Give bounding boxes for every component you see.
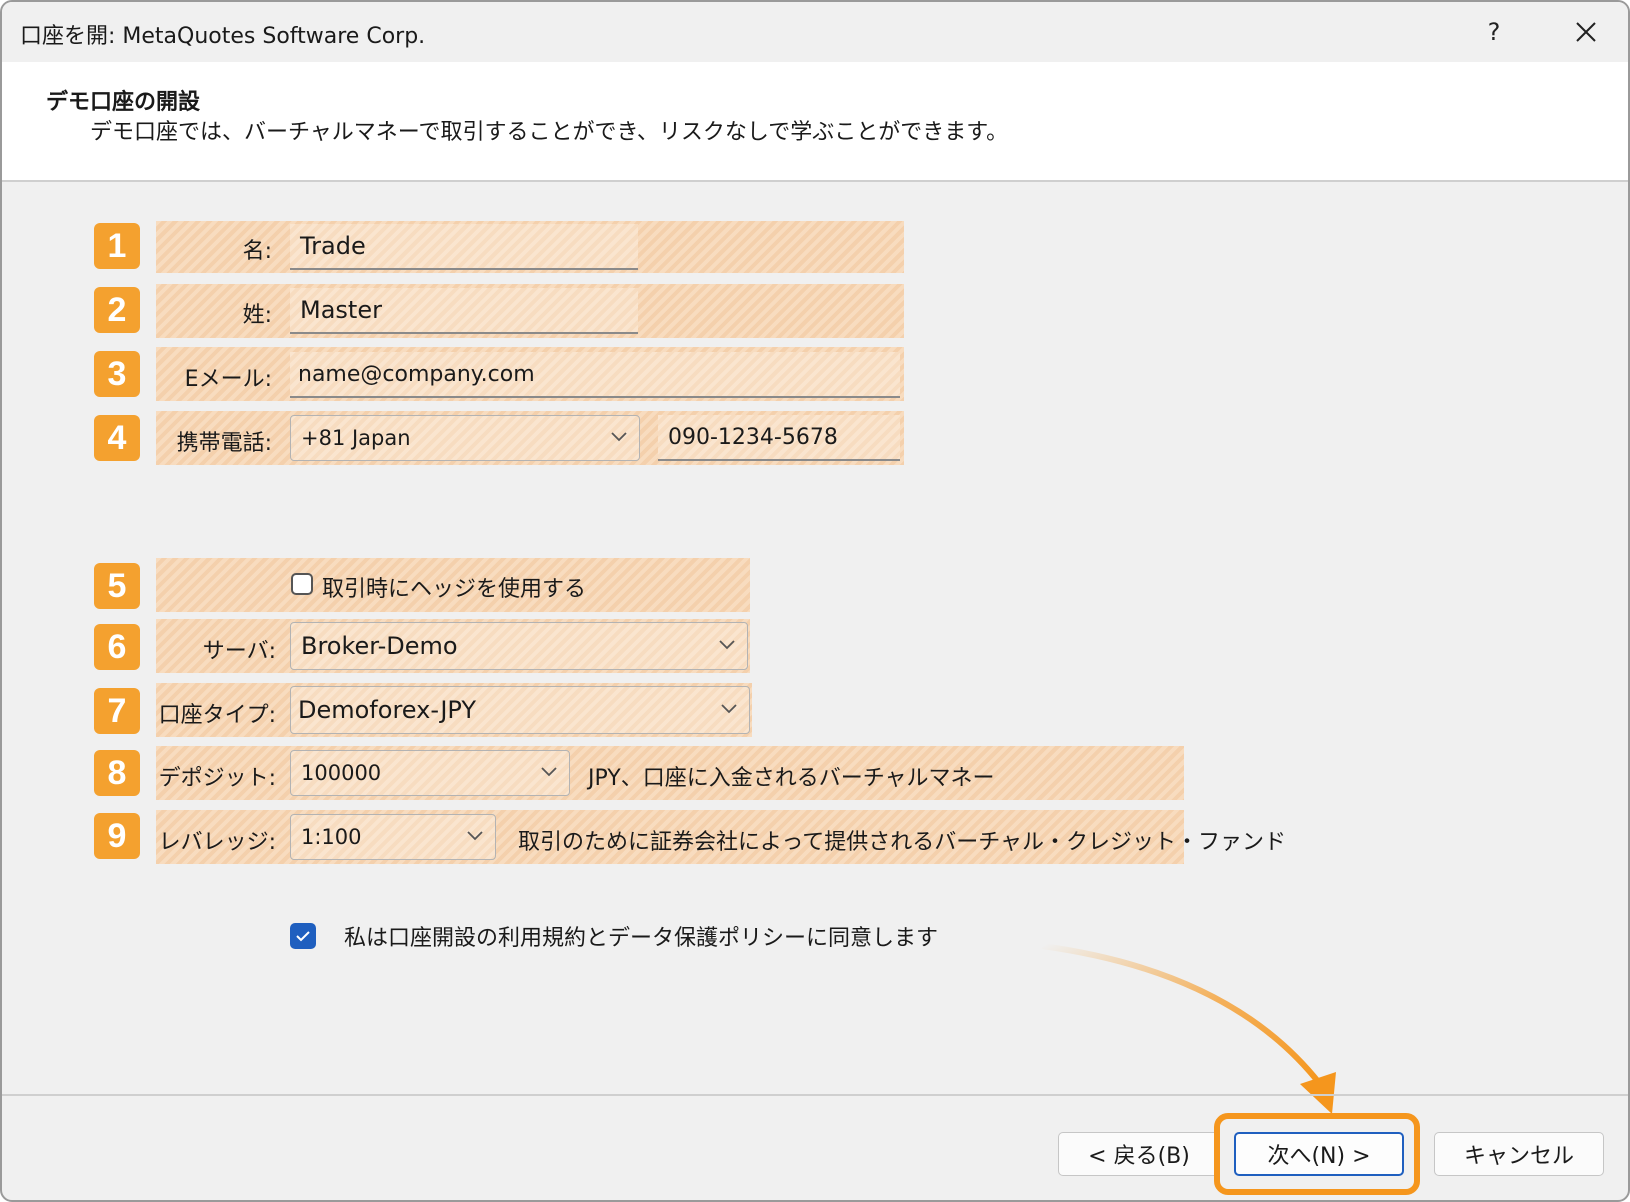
- curved-arrow-icon: [1041, 943, 1336, 1114]
- open-account-dialog: 口座を開: MetaQuotes Software Corp. ? デモ口座の開…: [0, 0, 1630, 1202]
- back-button[interactable]: < 戻る(B): [1058, 1132, 1220, 1176]
- next-button-highlight: [1214, 1113, 1420, 1195]
- footer-divider: [2, 1094, 1628, 1096]
- cancel-button[interactable]: キャンセル: [1434, 1132, 1604, 1176]
